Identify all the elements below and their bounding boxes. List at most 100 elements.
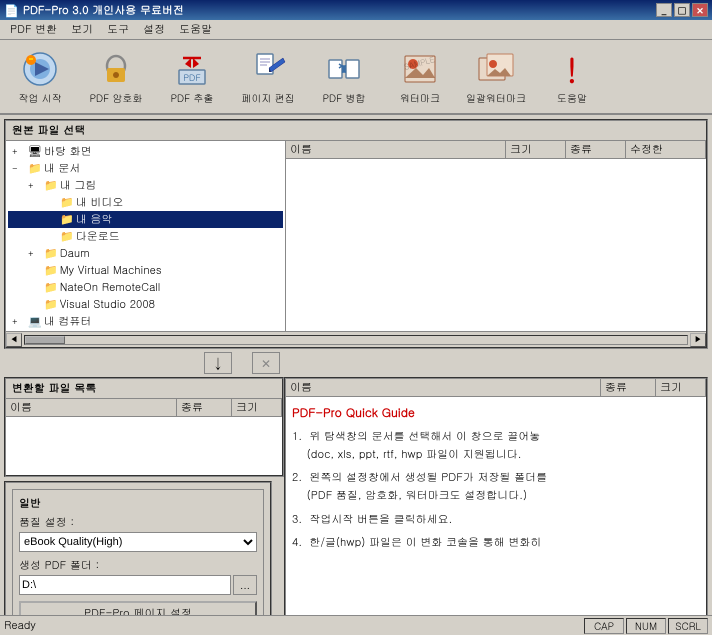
scroll-left-button[interactable]: ◀ xyxy=(6,333,22,347)
mycomp-icon: 💻 xyxy=(28,314,42,329)
guide-item-4: 4. 한/글(hwp) 파일은 이 변화 코솔을 통해 변화히 xyxy=(292,534,700,552)
toolbar-start-button[interactable]: 작업 시작 xyxy=(6,44,74,109)
tree-expand-mypics[interactable]: + xyxy=(28,179,44,192)
status-bar: Ready CAP NUM SCRL xyxy=(0,615,712,635)
num-indicator: NUM xyxy=(626,618,666,634)
convert-col-size[interactable]: 크기 xyxy=(232,399,282,416)
tree-label-downloads: 다운로드 xyxy=(76,229,120,244)
toolbar-start-label: 작업 시작 xyxy=(18,91,61,105)
guide-header: 이름 종류 크기 xyxy=(286,379,706,397)
tree-expand-daum[interactable]: + xyxy=(28,247,44,260)
toolbar-pageedit-label: 페이지 편집 xyxy=(241,91,294,105)
menu-pdf-convert[interactable]: PDF 변환 xyxy=(4,20,63,39)
convert-col-name[interactable]: 이름 xyxy=(6,399,177,416)
col-type[interactable]: 종류 xyxy=(566,141,626,158)
toolbar-pageedit-button[interactable]: 페이지 편집 xyxy=(234,44,302,109)
guide-col-type[interactable]: 종류 xyxy=(601,379,656,396)
folder-label: 생성 PDF 폴더 : xyxy=(19,558,257,573)
file-list-panel: 이름 크기 종류 수정한 xyxy=(286,141,706,331)
tree-item-vms[interactable]: 📁 My Virtual Machines xyxy=(8,262,283,279)
scroll-right-button[interactable]: ▶ xyxy=(690,333,706,347)
guide-item-2: 2. 왼쪽의 설정창에서 생성될 PDF가 저장될 폴더를 (PDF 품질, 암… xyxy=(292,469,700,504)
vms-icon: 📁 xyxy=(44,263,58,278)
merge-icon xyxy=(324,49,364,89)
guide-col-name[interactable]: 이름 xyxy=(286,379,601,396)
tree-item-mydocs[interactable]: - 📁 내 문서 xyxy=(8,160,283,177)
tree-label-mycomp: 내 컴퓨터 xyxy=(44,314,92,329)
toolbar-watermark-button[interactable]: SAMPLE 워터마크 xyxy=(386,44,454,109)
window-title: PDF-Pro 3.0 개인사용 무료버전 xyxy=(23,3,184,18)
maximize-button[interactable]: □ xyxy=(674,3,690,17)
quality-select[interactable]: eBook Quality(High) xyxy=(19,532,257,552)
tree-item-mycomp[interactable]: + 💻 내 컴퓨터 xyxy=(8,313,283,330)
settings-panel: 일반 품질 설정 : eBook Quality(High) 생성 PDF 폴더… xyxy=(4,481,272,635)
tree-label-mypics: 내 그림 xyxy=(60,178,97,193)
tree-item-vs2008[interactable]: 📁 Visual Studio 2008 xyxy=(8,296,283,313)
folder-input[interactable] xyxy=(19,575,231,595)
tree-panel[interactable]: + 🖥 바탕 화면 - 📁 내 문서 + 📁 내 그림 xyxy=(6,141,286,331)
scroll-track[interactable] xyxy=(24,335,688,345)
watermark-icon: SAMPLE xyxy=(400,49,440,89)
file-list-header: 이름 크기 종류 수정한 xyxy=(286,141,706,159)
convert-list-header: 이름 종류 크기 xyxy=(6,399,282,417)
menu-view[interactable]: 보기 xyxy=(65,20,99,39)
mymusic-icon: 📁 xyxy=(60,212,74,227)
add-to-list-button[interactable]: ↓ xyxy=(204,352,232,374)
tree-label-mydocs: 내 문서 xyxy=(44,161,81,176)
toolbar-merge-button[interactable]: PDF 병합 xyxy=(310,44,378,109)
tree-expand-mydocs[interactable]: - xyxy=(12,162,28,175)
close-button[interactable]: ✕ xyxy=(692,3,708,17)
bottom-area: 변환할 파일 목록 이름 종류 크기 일반 품질 설정 : eBook Qual… xyxy=(4,377,708,635)
toolbar-extract-button[interactable]: PDF PDF 추출 xyxy=(158,44,226,109)
cap-indicator: CAP xyxy=(584,618,624,634)
convert-section: 변환할 파일 목록 이름 종류 크기 xyxy=(4,377,284,477)
tree-label-daum: Daum xyxy=(60,246,90,261)
toolbar-batch-watermark-button[interactable]: 일괄워터마크 xyxy=(462,44,530,109)
remove-from-list-button[interactable]: ✕ xyxy=(252,352,280,374)
mydocs-icon: 📁 xyxy=(28,161,42,176)
tree-expand-mycomp[interactable]: + xyxy=(12,315,28,328)
encrypt-icon xyxy=(96,49,136,89)
scroll-thumb[interactable] xyxy=(25,336,65,344)
folder-input-row: ... xyxy=(19,575,257,595)
tree-item-desktop[interactable]: + 🖥 바탕 화면 xyxy=(8,143,283,160)
scrl-indicator: SCRL xyxy=(668,618,708,634)
minimize-button[interactable]: _ xyxy=(656,3,672,17)
status-text: Ready xyxy=(4,618,584,633)
tree-item-downloads[interactable]: 📁 다운로드 xyxy=(8,228,283,245)
guide-col-size[interactable]: 크기 xyxy=(656,379,706,396)
nateon-icon: 📁 xyxy=(44,280,58,295)
tree-label-vs2008: Visual Studio 2008 xyxy=(60,297,155,312)
tree-item-daum[interactable]: + 📁 Daum xyxy=(8,245,283,262)
tree-item-myvideo[interactable]: 📁 내 비디오 xyxy=(8,194,283,211)
col-modified[interactable]: 수정한 xyxy=(626,141,706,158)
menu-help[interactable]: 도움말 xyxy=(173,20,218,39)
start-icon xyxy=(20,49,60,89)
tree-expand-desktop[interactable]: + xyxy=(12,145,28,158)
tree-item-mypics[interactable]: + 📁 내 그림 xyxy=(8,177,283,194)
toolbar-extract-label: PDF 추출 xyxy=(171,91,214,105)
tree-label-vms: My Virtual Machines xyxy=(60,263,162,278)
guide-item-1: 1. 위 탐색창의 문서를 선택해서 이 창으로 끌어놓 (doc, xls, … xyxy=(292,428,700,463)
toolbar-merge-label: PDF 병합 xyxy=(323,91,366,105)
convert-section-header: 변환할 파일 목록 xyxy=(6,379,282,399)
toolbar-help-button[interactable]: ! 도움말 xyxy=(538,44,606,109)
browse-button[interactable]: ... xyxy=(233,575,257,595)
file-list-body xyxy=(286,159,706,331)
toolbar-encrypt-button[interactable]: PDF 암호화 xyxy=(82,44,150,109)
tree-item-mymusic[interactable]: 📁 내 음악 xyxy=(8,211,283,228)
menu-tools[interactable]: 도구 xyxy=(101,20,135,39)
toolbar-watermark-label: 워터마크 xyxy=(400,91,440,105)
tree-scrollbar[interactable]: ◀ ▶ xyxy=(6,331,706,347)
source-section-header: 원본 파일 선택 xyxy=(6,121,706,141)
batch-watermark-icon xyxy=(476,49,516,89)
menu-settings[interactable]: 설정 xyxy=(137,20,171,39)
guide-content: PDF-Pro Quick Guide 1. 위 탐색창의 문서를 선택해서 이… xyxy=(286,397,706,624)
convert-col-type[interactable]: 종류 xyxy=(177,399,232,416)
col-name[interactable]: 이름 xyxy=(286,141,506,158)
tree-item-nateon[interactable]: 📁 NateOn RemoteCall xyxy=(8,279,283,296)
col-size[interactable]: 크기 xyxy=(506,141,566,158)
toolbar-encrypt-label: PDF 암호화 xyxy=(90,91,143,105)
guide-item-3: 3. 작업시작 버튼을 클릭하세요. xyxy=(292,511,700,529)
convert-list-body[interactable] xyxy=(6,417,282,475)
